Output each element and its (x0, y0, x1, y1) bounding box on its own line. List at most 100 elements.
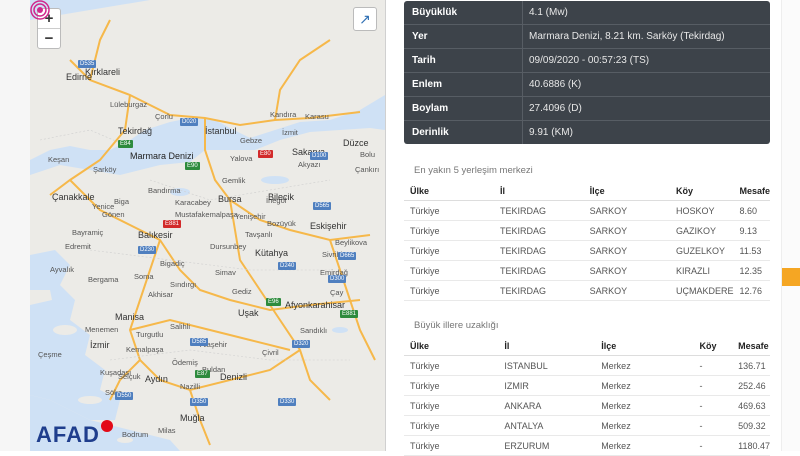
column-header: İlçe (583, 181, 670, 201)
road-shield: D100 (310, 152, 329, 160)
map-label: Manisa (115, 312, 145, 322)
map-label: Sındırgı (170, 280, 197, 289)
table-cell: Türkiye (404, 200, 494, 221)
epicenter-marker[interactable] (30, 0, 50, 20)
map-label: Çivril (262, 348, 279, 357)
earthquake-info-panel: Büyüklük 4.1 (Mw) Yer Marmara Denizi, 8.21… (404, 1, 770, 144)
table-header: Ülke İl İlçe Köy Mesafe (404, 181, 770, 201)
road-shield: D535 (78, 60, 97, 68)
nearest-settlements-title: En yakın 5 yerleşim merkezi (414, 165, 533, 176)
table-cell: SARKOY (583, 220, 670, 241)
map-label: Karacabey (175, 198, 211, 207)
map-label: Turgutlu (136, 330, 164, 339)
table-cell: KIRAZLI (669, 260, 734, 281)
road-shield: D240 (278, 262, 297, 270)
table-cell: TEKIRDAG (493, 260, 584, 281)
info-row: Derinlik 9.91 (KM) (404, 121, 770, 144)
nearest-settlements-table: Ülke İl İlçe Köy Mesafe Türkiye TEKIRDAG S… (404, 181, 770, 301)
map-label: Çeşme (38, 350, 62, 359)
table-cell: Türkiye (404, 415, 499, 436)
info-key: Tarih (412, 55, 436, 66)
map-label: Uşak (238, 308, 259, 318)
road-shield: E96 (266, 298, 281, 306)
table-cell: 509.32 (732, 415, 770, 436)
map-label: Milas (158, 426, 176, 435)
table-cell: Türkiye (404, 375, 499, 396)
map-label: Karasu (305, 112, 329, 121)
table-cell: TEKIRDAG (493, 220, 584, 241)
table-cell: ISTANBUL (498, 355, 596, 376)
info-row: Tarih 09/09/2020 - 00:57:23 (TS) (404, 49, 770, 73)
side-accent-tab[interactable] (782, 268, 800, 286)
info-key: Yer (412, 31, 428, 42)
road-shield: E881 (340, 310, 359, 318)
map-label: Soma (134, 272, 154, 281)
map-label: Menemen (85, 325, 119, 334)
table-row: Türkiye ERZURUM Merkez -1180.47 (404, 435, 770, 456)
map-label: Mustafakemalpaşa (175, 210, 238, 219)
road-shield: D665 (338, 252, 357, 260)
column-header: İlçe (595, 336, 694, 356)
map-label: Şarköy (93, 165, 117, 174)
map-label: Gönen (102, 210, 125, 219)
table-cell: 136.71 (732, 355, 770, 376)
map-label: Beylikova (335, 238, 368, 247)
map-label: İstanbul (205, 126, 237, 136)
info-value: 9.91 (KM) (522, 121, 770, 144)
map-label: Eskişehir (310, 221, 347, 231)
table-row: Türkiye TEKIRDAG SARKOY GUZELKOY 11.53 (404, 240, 770, 261)
map-label: Gemlik (222, 176, 246, 185)
table-cell: ANKARA (498, 395, 596, 416)
column-header: Ülke (404, 336, 499, 356)
map-label: Çanakkale (52, 192, 95, 202)
map-label: Biga (114, 197, 130, 206)
map-label: Yalova (230, 154, 253, 163)
major-cities-table: Ülke İl İlçe Köy Mesafe Türkiye ISTANBUL M… (404, 336, 770, 456)
table-cell: - (693, 415, 733, 436)
earthquake-map[interactable]: + − ↗ Marmara Denizi Kırklareli Edirne L… (30, 0, 386, 451)
map-label: Nazilli (180, 382, 201, 391)
flag-icon (101, 420, 113, 432)
table-cell: IZMIR (498, 375, 596, 396)
map-label: Yenice (92, 202, 115, 211)
table-cell: 1180.47 (732, 435, 770, 456)
map-label: Ayvalık (50, 265, 75, 274)
info-value: 4.1 (Mw) (522, 1, 770, 24)
table-cell: SARKOY (583, 240, 670, 261)
info-value: Marmara Denizi, 8.21 km. Sarköy (Tekirda… (522, 25, 770, 48)
info-key: Büyüklük (412, 7, 458, 18)
table-cell: TEKIRDAG (493, 200, 584, 221)
table-row: Türkiye TEKIRDAG SARKOY GAZIKOY 9.13 (404, 220, 770, 241)
zoom-out-button[interactable]: − (38, 29, 60, 48)
map-label: Kütahya (255, 248, 289, 258)
table-row: Türkiye TEKIRDAG SARKOY HOSKOY 8.60 (404, 200, 770, 221)
table-cell: TEKIRDAG (493, 280, 584, 301)
map-label: Selçuk (118, 372, 141, 381)
road-shield: E90 (185, 162, 200, 170)
table-cell: SARKOY (583, 200, 670, 221)
logo-text: AFAD (36, 422, 100, 447)
table-cell: - (693, 395, 733, 416)
map-label: Simav (215, 268, 236, 277)
map-label: Bolu (360, 150, 376, 159)
expand-icon: ↗ (359, 11, 371, 27)
road-shield: D300 (328, 275, 347, 283)
fullscreen-button[interactable]: ↗ (353, 7, 377, 31)
table-cell: HOSKOY (669, 200, 734, 221)
map-label: Bergama (88, 275, 119, 284)
map-label: Bodrum (122, 430, 149, 439)
map-label: Kandıra (270, 110, 297, 119)
left-margin (0, 0, 31, 451)
column-header: İl (493, 181, 584, 201)
map-label: Yenişehir (235, 212, 266, 221)
map-label: Lüleburgaz (110, 100, 148, 109)
major-cities-title: Büyük illere uzaklığı (414, 320, 499, 331)
map-label: Bilecik (268, 192, 295, 202)
table-cell: 469.63 (732, 395, 770, 416)
road-shield: D350 (190, 398, 209, 406)
map-label: Çankırı (355, 165, 380, 174)
table-cell: Türkiye (404, 435, 499, 456)
table-row: Türkiye ANTALYA Merkez -509.32 (404, 415, 770, 436)
map-label: Dursunbey (210, 242, 247, 251)
map-label: Bigadiç (160, 259, 185, 268)
